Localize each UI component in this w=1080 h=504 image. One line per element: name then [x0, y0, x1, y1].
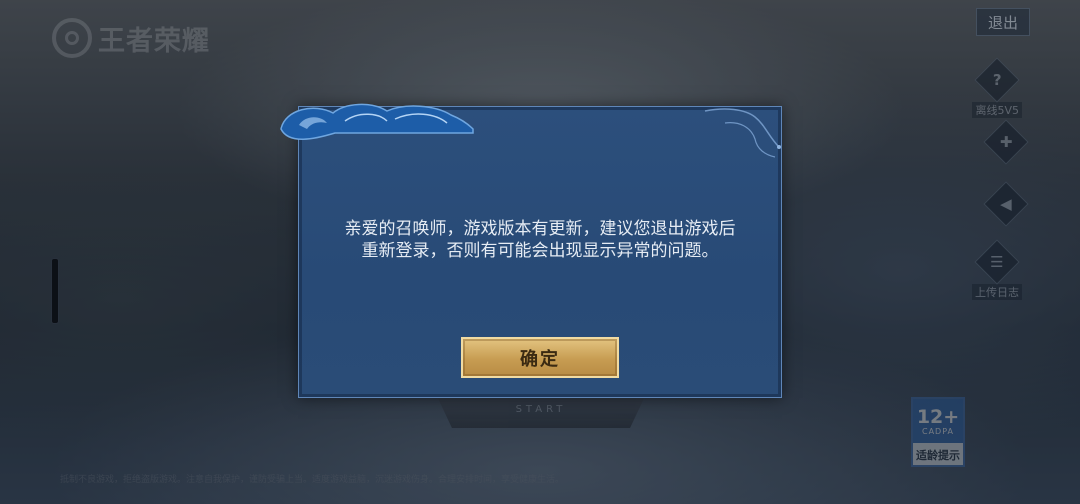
cloud-ornament-icon: [280, 103, 474, 140]
game-screen: 王者荣耀 退出 ? 离线5V5 ✚ ◀ ☰ 上传日志 START 12+ CAD…: [0, 0, 1080, 504]
corner-ornament-icon: [704, 108, 781, 158]
update-dialog: 亲爱的召唤师，游戏版本有更新，建议您退出游戏后 重新登录，否则有可能会出现显示异…: [280, 103, 782, 398]
dialog-message: 亲爱的召唤师，游戏版本有更新，建议您退出游戏后 重新登录，否则有可能会出现显示异…: [299, 218, 781, 262]
confirm-button[interactable]: 确定: [461, 337, 619, 378]
dialog-message-line1: 亲爱的召唤师，游戏版本有更新，建议您退出游戏后: [344, 219, 736, 239]
dialog-message-line2: 重新登录，否则有可能会出现显示异常的问题。: [361, 241, 719, 261]
